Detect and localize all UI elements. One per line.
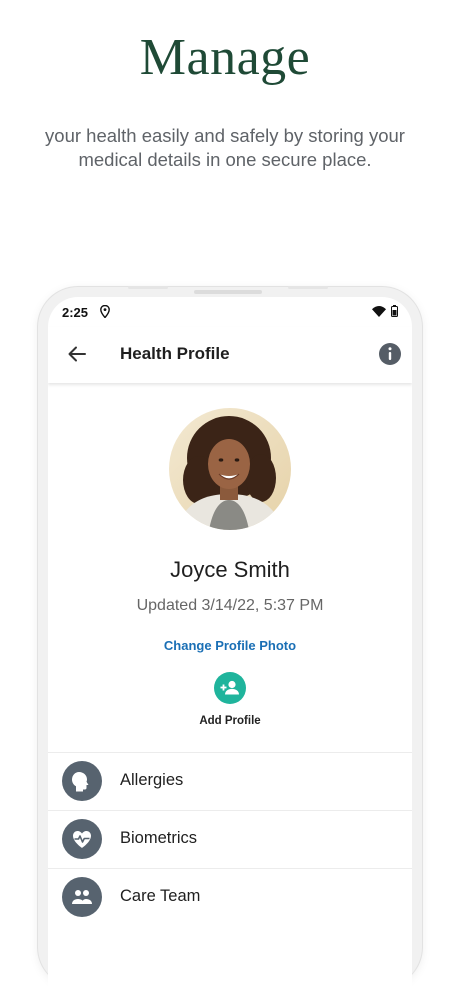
back-arrow-icon[interactable]: [64, 341, 90, 367]
phone-frame: 2:25 Health Profile Joyce Smith Updated …: [38, 286, 422, 987]
menu-item-biometrics[interactable]: Biometrics: [48, 810, 412, 868]
menu-item-allergies[interactable]: Allergies: [48, 752, 412, 810]
phone-button: [128, 286, 168, 289]
add-person-icon: [214, 680, 246, 708]
change-profile-photo-link[interactable]: Change Profile Photo: [48, 638, 412, 653]
add-profile-label: Add Profile: [199, 715, 261, 727]
location-icon: [100, 304, 110, 321]
promo-headline: Manage: [139, 29, 311, 86]
profile-avatar: [169, 408, 291, 530]
menu-item-label: Allergies: [120, 771, 184, 789]
app-bar: Health Profile: [48, 327, 412, 383]
menu-item-label: Biometrics: [120, 829, 198, 847]
info-icon[interactable]: [378, 342, 402, 366]
phone-screen: 2:25 Health Profile Joyce Smith Updated …: [48, 297, 412, 987]
page-title: Health Profile: [120, 344, 230, 363]
group-people-icon: [62, 877, 102, 917]
heart-pulse-icon: [62, 819, 102, 859]
status-bar: 2:25: [48, 297, 412, 327]
status-time: 2:25: [62, 305, 89, 320]
phone-speaker: [194, 290, 262, 294]
profile-updated-timestamp: Updated 3/14/22, 5:37 PM: [136, 597, 324, 614]
battery-icon: [391, 305, 398, 320]
menu-item-care-team[interactable]: Care Team: [48, 868, 412, 926]
wifi-icon: [372, 305, 386, 320]
allergies-head-icon: [62, 761, 102, 801]
phone-button: [288, 286, 328, 289]
profile-name: Joyce Smith: [170, 557, 290, 582]
add-profile-button[interactable]: [214, 672, 246, 704]
promo-subtitle: your health easily and safely by storing…: [45, 125, 405, 170]
menu-item-label: Care Team: [120, 887, 201, 905]
